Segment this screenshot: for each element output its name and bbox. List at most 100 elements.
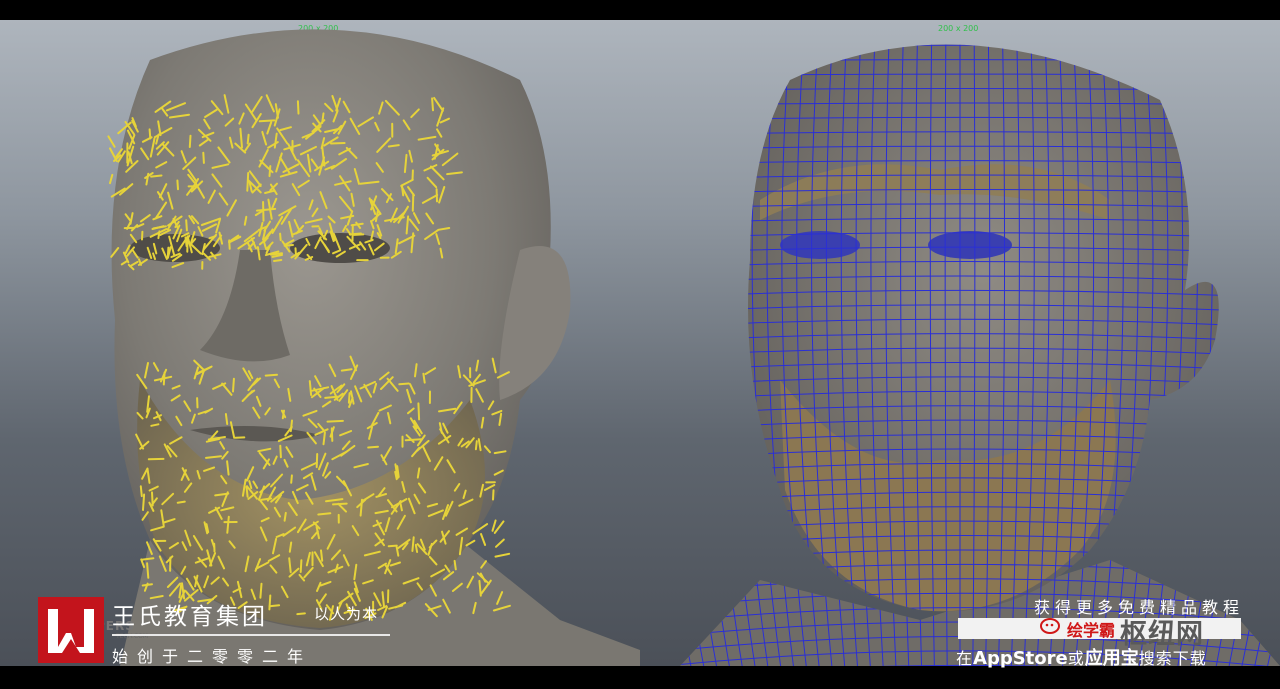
appstore-label: AppStore [973, 648, 1068, 669]
brand-name: 王氏教育集团 [112, 604, 268, 630]
hair-guide [353, 233, 365, 236]
hair-guide [330, 427, 334, 442]
hair-guide [176, 500, 186, 504]
wire-line [1213, 44, 1258, 666]
hair-guide [299, 559, 303, 573]
wire-line [1251, 44, 1280, 666]
hair-guide [387, 144, 400, 148]
wire-line [707, 44, 745, 666]
watermark-brand: 绘学霸 [1067, 621, 1116, 640]
wire-line [1238, 44, 1280, 666]
head-guides-render [107, 29, 640, 666]
yingyongbao-label: 应用宝 [1084, 648, 1139, 669]
hair-guide [142, 493, 146, 511]
wire-line [640, 31, 1280, 32]
screenshot-frame: 200 x 200 200 x 200 PERS TECH.COM 王氏教育集团… [0, 0, 1280, 689]
hair-guide [268, 165, 272, 178]
hair-guide [404, 438, 423, 442]
hair-guide [340, 368, 353, 372]
brand-founded: 始创于二零零二年 [112, 647, 313, 666]
w-logo-icon [48, 609, 94, 653]
chat-bubble-icon [1040, 618, 1060, 634]
hair-guide [330, 142, 346, 145]
eye-right [928, 231, 1012, 259]
hair-guide [258, 119, 276, 123]
hair-guide [474, 440, 478, 451]
hair-guide [109, 173, 114, 185]
hair-guide [324, 395, 340, 399]
hair-guide [279, 444, 282, 459]
hair-guide [480, 533, 487, 546]
hair-guide [347, 392, 351, 404]
wire-line [640, 20, 656, 666]
hair-guide [288, 541, 293, 553]
hair-guide [411, 536, 415, 552]
hair-guide [188, 134, 192, 148]
hair-guide [150, 174, 163, 178]
hair-guide [495, 538, 505, 548]
hair-guide [492, 489, 495, 501]
hair-guide [166, 246, 170, 259]
wire-line [680, 44, 707, 666]
hair-guide [398, 382, 410, 386]
hair-guide [140, 558, 146, 569]
hair-guide [260, 497, 273, 501]
hair-guide [151, 491, 154, 507]
promo-line2: 在AppStore或应用宝搜索下载 [956, 644, 1207, 670]
hair-guide [417, 402, 421, 421]
hair-guide [350, 222, 364, 227]
hair-guide [308, 380, 313, 396]
wire-line [680, 44, 720, 666]
hair-guide [387, 544, 398, 548]
right-viewport[interactable]: 200 x 200 [640, 20, 1280, 666]
hair-guide [283, 511, 287, 522]
hair-guide [273, 259, 283, 262]
hair-guide [317, 512, 332, 516]
brand-slogan: 以人为本 [314, 605, 379, 623]
promo-prefix: 在 [956, 649, 974, 668]
hair-guide [296, 100, 300, 115]
promo-suffix: 搜索下载 [1138, 649, 1207, 668]
brand-watermark: 王氏教育集团 以人为本 始创于二零零二年 [38, 597, 398, 666]
hair-guide [491, 519, 497, 532]
hair-guide [422, 372, 426, 384]
hair-guide [367, 445, 379, 449]
hair-guide [326, 419, 344, 423]
hair-guide [146, 562, 150, 579]
hair-guide [264, 373, 278, 377]
hair-guide [320, 549, 324, 562]
hair-guide [157, 230, 161, 240]
hair-guide [315, 453, 319, 469]
hair-guide [493, 520, 505, 534]
head-wireframe-render [640, 20, 1280, 666]
wire-line [640, 20, 668, 666]
left-viewport[interactable]: 200 x 200 [0, 20, 640, 666]
brand-logo [38, 597, 104, 663]
brand-divider [112, 634, 390, 636]
wire-line [680, 44, 682, 666]
hair-guide [332, 502, 348, 506]
hair-guide [176, 179, 179, 191]
hair-guide [141, 583, 153, 587]
hair-guide [290, 474, 293, 484]
hair-guide [494, 552, 511, 558]
hair-guide [109, 147, 118, 162]
hair-guide [232, 377, 235, 393]
hair-guide [246, 133, 250, 145]
hair-guide [414, 543, 419, 553]
hair-guide [259, 582, 263, 599]
wire-line [1225, 44, 1273, 666]
hair-guide [246, 172, 250, 192]
hair-guide [185, 219, 188, 232]
hair-guide [148, 128, 152, 140]
hair-guide [107, 135, 116, 148]
hair-guide [431, 97, 434, 112]
promo-or: 或 [1067, 649, 1085, 668]
hair-guide [269, 252, 283, 256]
eye-left [130, 234, 220, 262]
hair-guide [411, 193, 415, 212]
hair-guide [245, 485, 249, 498]
hair-guide [279, 232, 282, 242]
hair-guide [224, 413, 229, 425]
eye-left [780, 231, 860, 259]
